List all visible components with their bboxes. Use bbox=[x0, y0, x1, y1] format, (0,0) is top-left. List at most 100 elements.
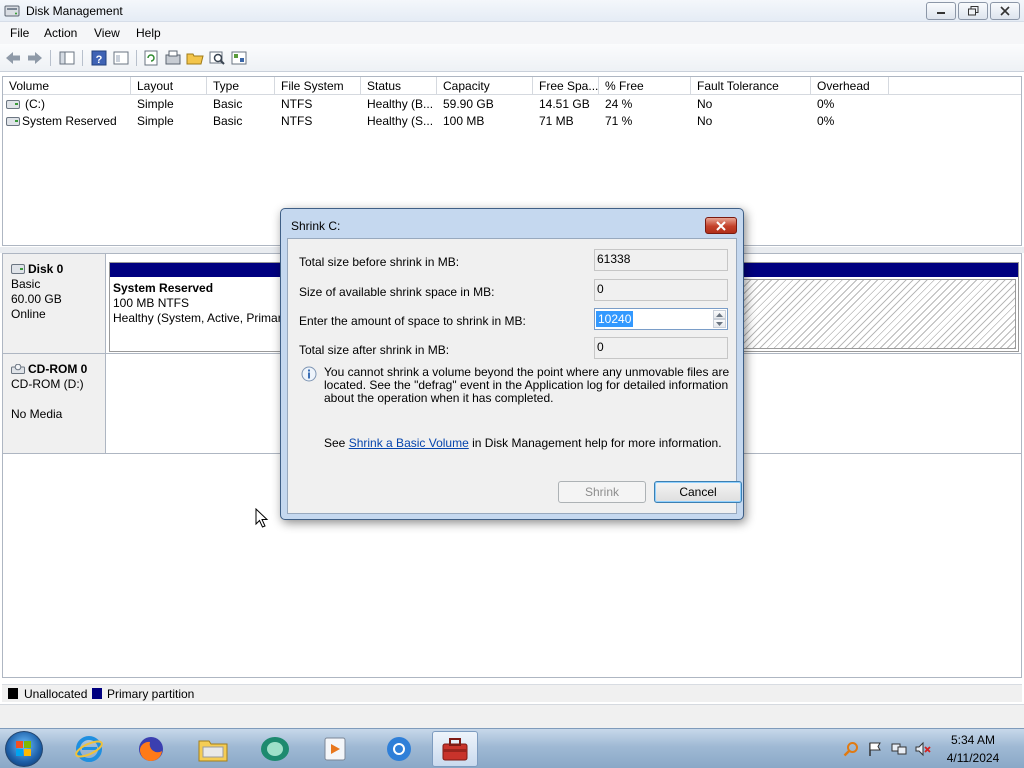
start-button[interactable] bbox=[5, 731, 43, 767]
taskbar-media-player[interactable] bbox=[312, 731, 358, 767]
col-overhead[interactable]: Overhead bbox=[811, 77, 889, 95]
restore-button[interactable] bbox=[958, 2, 988, 20]
title-bar: Disk Management bbox=[0, 0, 1024, 22]
disk-label[interactable]: Disk 0 Basic 60.00 GB Online bbox=[3, 254, 106, 353]
firefox-icon bbox=[139, 737, 163, 762]
media-player-icon bbox=[324, 737, 346, 761]
chevron-up-icon bbox=[716, 312, 723, 317]
clock-time[interactable]: 5:34 AM bbox=[946, 733, 1000, 747]
disk-name: CD-ROM 0 bbox=[28, 362, 88, 376]
legend-swatch-primary bbox=[92, 688, 102, 699]
col-percent-free[interactable]: % Free bbox=[599, 77, 691, 95]
col-status[interactable]: Status bbox=[361, 77, 437, 95]
shrink-amount-stepper[interactable]: 10240 bbox=[594, 308, 728, 330]
taskbar-app[interactable] bbox=[252, 731, 298, 767]
partition-selected-hatch bbox=[743, 279, 1016, 349]
table-row[interactable]: System Reserved Simple Basic NTFS Health… bbox=[3, 113, 1021, 130]
col-file-system[interactable]: File System bbox=[275, 77, 361, 95]
taskbar-file-explorer[interactable] bbox=[190, 731, 236, 767]
legend-swatch-unallocated bbox=[8, 688, 18, 699]
cell-file-system: NTFS bbox=[281, 97, 313, 111]
cell-capacity: 59.90 GB bbox=[443, 97, 494, 111]
help-link[interactable]: Shrink a Basic Volume bbox=[349, 436, 469, 450]
field-total-before: 61338 bbox=[594, 249, 728, 271]
taskbar-chrome[interactable] bbox=[376, 731, 422, 767]
chevron-down-icon bbox=[716, 321, 723, 326]
shrink-amount-input[interactable]: 10240 bbox=[596, 311, 634, 327]
flag-icon[interactable] bbox=[867, 741, 883, 757]
app-icon bbox=[261, 737, 289, 761]
col-type[interactable]: Type bbox=[207, 77, 275, 95]
field-total-after: 0 bbox=[594, 337, 728, 359]
clock-date[interactable]: 4/11/2024 bbox=[940, 751, 1006, 765]
taskbar-disk-management[interactable] bbox=[432, 731, 478, 767]
toolbar-separator bbox=[82, 50, 83, 66]
cell-overhead: 0% bbox=[817, 114, 835, 128]
cell-fault-tolerance: No bbox=[697, 97, 713, 111]
cell-percent-free: 24 % bbox=[605, 97, 633, 111]
partition-name: System Reserved bbox=[113, 281, 214, 295]
refresh-icon[interactable] bbox=[142, 49, 160, 67]
volume-muted-icon[interactable] bbox=[915, 741, 931, 757]
menu-bar: File Action View Help bbox=[0, 22, 1024, 44]
help-icon[interactable]: ? bbox=[90, 49, 108, 67]
dialog-body: Total size before shrink in MB: 61338 Si… bbox=[287, 238, 742, 514]
taskbar-firefox[interactable] bbox=[128, 731, 174, 767]
volume-list-header: Volume Layout Type File System Status Ca… bbox=[3, 77, 1021, 95]
dialog-close-button[interactable] bbox=[705, 217, 737, 234]
spin-down-button[interactable] bbox=[713, 319, 726, 328]
cell-status: Healthy (S... bbox=[367, 114, 434, 128]
disk-state: Online bbox=[11, 307, 46, 321]
toolbar-separator bbox=[136, 50, 137, 66]
cell-file-system: NTFS bbox=[281, 114, 313, 128]
drive-icon bbox=[6, 100, 20, 109]
explore-icon[interactable] bbox=[208, 49, 226, 67]
properties-icon[interactable] bbox=[112, 49, 130, 67]
disk-label[interactable]: CD-ROM 0 CD-ROM (D:) No Media bbox=[3, 354, 106, 453]
col-volume[interactable]: Volume bbox=[3, 77, 131, 95]
field-available-shrink: 0 bbox=[594, 279, 728, 301]
cancel-button[interactable]: Cancel bbox=[654, 481, 742, 503]
mouse-cursor-icon bbox=[255, 508, 269, 528]
taskbar-internet-explorer[interactable] bbox=[66, 731, 112, 767]
close-button[interactable] bbox=[990, 2, 1020, 20]
minimize-button[interactable] bbox=[926, 2, 956, 20]
table-row[interactable]: (C:) Simple Basic NTFS Healthy (B... 59.… bbox=[3, 96, 1021, 113]
col-capacity[interactable]: Capacity bbox=[437, 77, 533, 95]
menu-help[interactable]: Help bbox=[136, 26, 161, 40]
col-free-space[interactable]: Free Spa... bbox=[533, 77, 599, 95]
cell-fault-tolerance: No bbox=[697, 114, 713, 128]
cell-status: Healthy (B... bbox=[367, 97, 434, 111]
open-folder-icon[interactable] bbox=[186, 49, 204, 67]
shrink-dialog: Shrink C: Total size before shrink in MB… bbox=[280, 208, 744, 520]
partition-system-reserved[interactable]: System Reserved 100 MB NTFS Healthy (Sys… bbox=[109, 262, 289, 352]
file-explorer-icon bbox=[198, 740, 228, 762]
close-icon bbox=[1000, 6, 1010, 16]
cell-layout: Simple bbox=[137, 114, 174, 128]
internet-explorer-icon bbox=[75, 736, 103, 762]
shrink-button[interactable]: Shrink bbox=[558, 481, 646, 503]
restore-icon bbox=[967, 6, 978, 16]
col-layout[interactable]: Layout bbox=[131, 77, 207, 95]
minimize-icon bbox=[937, 12, 945, 14]
spin-up-button[interactable] bbox=[713, 310, 726, 319]
forward-arrow-icon[interactable] bbox=[26, 49, 44, 67]
menu-view[interactable]: View bbox=[94, 26, 120, 40]
disk-type: CD-ROM (D:) bbox=[11, 377, 84, 391]
show-hide-tree-icon[interactable] bbox=[58, 49, 76, 67]
back-arrow-icon[interactable] bbox=[4, 49, 22, 67]
disk-type: Basic bbox=[11, 277, 41, 291]
cell-volume: System Reserved bbox=[22, 114, 117, 128]
rescan-disks-icon[interactable] bbox=[164, 49, 182, 67]
help-line: See Shrink a Basic Volume in Disk Manage… bbox=[324, 436, 722, 450]
windows-logo-icon bbox=[16, 741, 31, 756]
menu-action[interactable]: Action bbox=[44, 26, 77, 40]
menu-file[interactable]: File bbox=[10, 26, 29, 40]
search-icon[interactable] bbox=[843, 741, 859, 757]
network-icon[interactable] bbox=[891, 741, 907, 757]
info-icon bbox=[301, 366, 317, 382]
partition-detail: 100 MB NTFS bbox=[113, 296, 190, 310]
col-fault-tolerance[interactable]: Fault Tolerance bbox=[691, 77, 811, 95]
cdrom-icon bbox=[11, 364, 25, 374]
settings-icon[interactable] bbox=[230, 49, 248, 67]
